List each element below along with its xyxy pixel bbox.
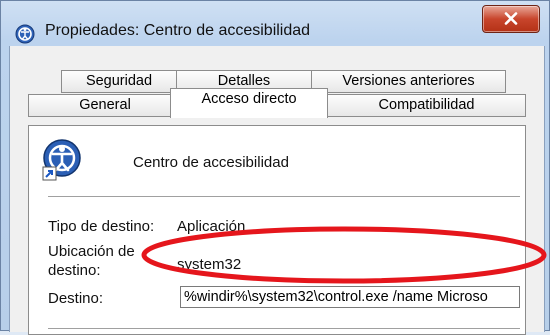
tab-label: Acceso directo xyxy=(201,91,297,107)
dialog-client-area: Seguridad Detalles Versiones anteriores … xyxy=(9,46,545,335)
tab-versiones-anteriores[interactable]: Versiones anteriores xyxy=(311,70,506,93)
target-type-value: Aplicación xyxy=(177,218,246,235)
target-type-label: Tipo de destino: xyxy=(48,218,155,235)
tab-seguridad[interactable]: Seguridad xyxy=(61,70,177,93)
target-location-value: system32 xyxy=(177,256,242,273)
divider xyxy=(48,196,520,197)
title-bar[interactable]: Propiedades: Centro de accesibilidad xyxy=(1,1,549,45)
tab-label: Detalles xyxy=(217,73,271,89)
properties-window: Propiedades: Centro de accesibilidad Seg… xyxy=(0,0,550,335)
target-input[interactable]: %windir%\system32\control.exe /name Micr… xyxy=(180,286,520,308)
window-title: Propiedades: Centro de accesibilidad xyxy=(45,22,311,39)
tab-label: Versiones anteriores xyxy=(342,73,475,89)
target-location-label-line2: destino: xyxy=(48,262,101,279)
tab-label: Seguridad xyxy=(85,73,153,89)
ease-of-access-icon xyxy=(15,24,35,44)
target-location-label-line1: Ubicación de xyxy=(48,243,135,260)
ease-of-access-icon xyxy=(42,139,81,181)
tab-label: General xyxy=(79,97,131,113)
tab-compatibilidad[interactable]: Compatibilidad xyxy=(327,94,526,117)
tab-label: Compatibilidad xyxy=(378,97,475,113)
tab-general[interactable]: General xyxy=(28,94,182,117)
target-label: Destino: xyxy=(48,290,104,307)
divider xyxy=(48,328,520,329)
close-button[interactable] xyxy=(482,5,540,33)
tab-acceso-directo[interactable]: Acceso directo xyxy=(170,88,328,118)
shortcut-name: Centro de accesibilidad xyxy=(133,154,289,171)
close-icon xyxy=(504,12,518,25)
